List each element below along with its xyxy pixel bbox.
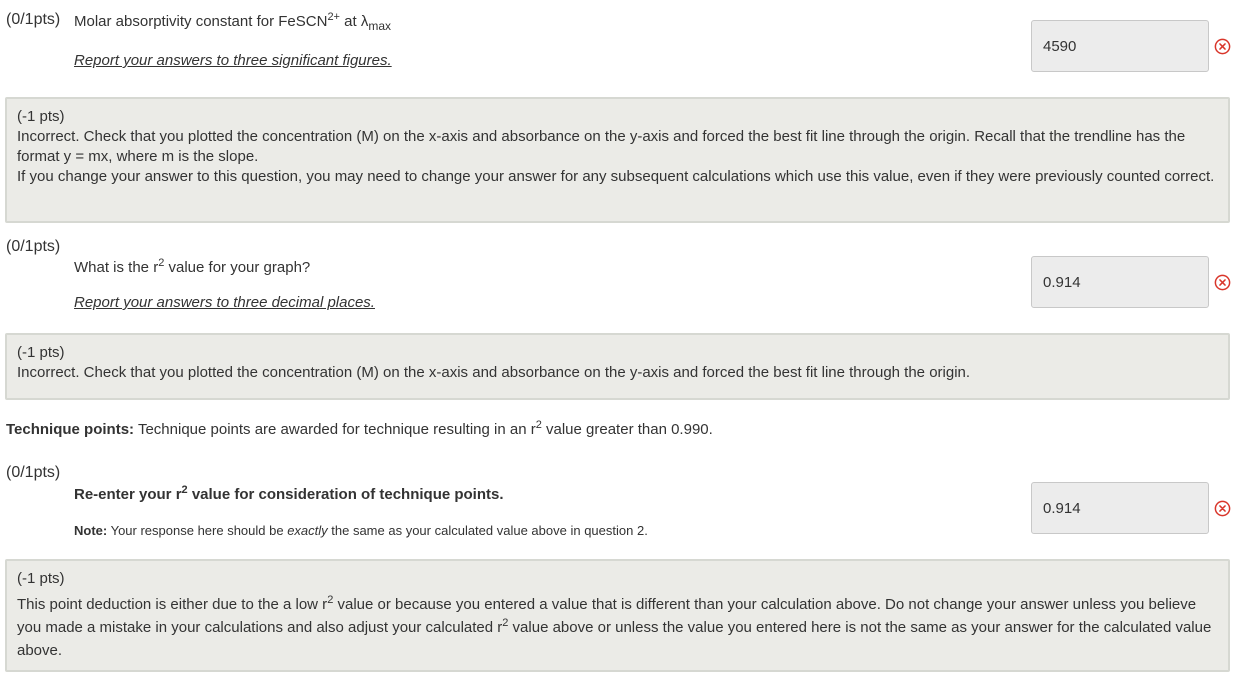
q1-feedback-line2: If you change your answer to this questi… (17, 168, 1215, 185)
q1-points: (0/1pts) (6, 11, 61, 28)
q3-note: Note: Your response here should be exact… (74, 523, 648, 538)
q3-question-text: Re-enter your r (74, 486, 182, 503)
q1-question: Molar absorptivity constant for FeSCN2+ … (74, 11, 392, 33)
q1-feedback-panel: (-1 pts) Incorrect. Check that you plott… (5, 97, 1230, 223)
q2-points: (0/1pts) (6, 238, 61, 255)
q2-question-text: What is the r (74, 259, 159, 276)
q1-question-sup: 2+ (327, 11, 340, 23)
technique-points-label: Technique points: (6, 421, 135, 438)
q3-answer-input[interactable]: 0.914 (1031, 482, 1209, 534)
q3-note-label: Note: (74, 523, 108, 538)
technique-points-after: value greater than 0.990. (541, 421, 713, 438)
q2-answer-input[interactable]: 0.914 (1031, 256, 1209, 308)
q3-note-italic: exactly (287, 523, 328, 538)
q2-feedback-points: (-1 pts) (17, 344, 65, 361)
x-circle-icon (1214, 38, 1231, 55)
q1-question-text: Molar absorptivity constant for FeSCN (74, 13, 328, 30)
q2-feedback-line1: Incorrect. Check that you plotted the co… (17, 364, 971, 381)
q1-answer-input[interactable]: 4590 (1031, 20, 1209, 72)
technique-points-note: Technique points: Technique points are a… (6, 420, 713, 439)
q3-feedback-text: This point deduction is either due to th… (17, 593, 1218, 662)
q3-points: (0/1pts) (6, 464, 61, 481)
x-circle-icon (1214, 274, 1231, 291)
q2-question: What is the r2 value for your graph? (74, 258, 311, 277)
q1-question-mid: at λ (339, 13, 369, 30)
q2-question-after: value for your graph? (164, 259, 311, 276)
q1-instruction: Report your answers to three significant… (74, 52, 392, 69)
technique-points-text: Technique points are awarded for techniq… (134, 421, 536, 438)
q2-instruction: Report your answers to three decimal pla… (74, 294, 375, 311)
q3-feedback-panel: (-1 pts) This point deduction is either … (5, 559, 1230, 672)
q1-feedback-line1: Incorrect. Check that you plotted the co… (17, 128, 1186, 165)
q3-question-after: value for consideration of technique poi… (187, 486, 504, 503)
q3-feedback-points: (-1 pts) (17, 570, 65, 587)
q3-question: Re-enter your r2 value for consideration… (74, 485, 504, 504)
q2-feedback-panel: (-1 pts) Incorrect. Check that you plott… (5, 333, 1230, 400)
x-circle-icon (1214, 500, 1231, 517)
q3-note-text: Your response here should be (107, 523, 288, 538)
q1-feedback-points: (-1 pts) (17, 108, 65, 125)
q3-note-after: the same as your calculated value above … (327, 523, 648, 538)
q3-feedback-part1: This point deduction is either due to th… (17, 596, 328, 613)
q1-question-sub: max (368, 19, 392, 33)
